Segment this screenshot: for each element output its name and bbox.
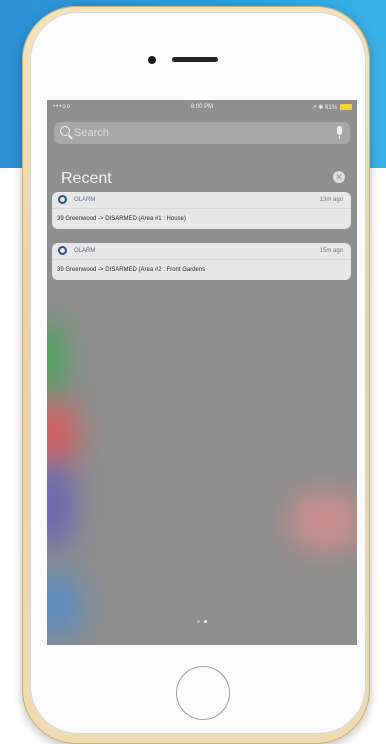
recent-heading: Recent [61, 170, 112, 187]
home-button[interactable] [176, 666, 230, 720]
notification-time: 13m ago [319, 197, 343, 203]
blur-pink [287, 490, 357, 552]
blur-purple [47, 460, 75, 550]
search-input[interactable]: Search [54, 122, 350, 144]
phone-screen: •••oo 6:00 PM ↗ ✱ 61% Search Recent ✕ OL… [47, 100, 357, 645]
notification-card[interactable]: OLARM 15m ago 39 Greenwood -> DISARMED (… [52, 243, 351, 280]
microphone-icon[interactable] [337, 126, 342, 139]
olarm-app-icon [58, 195, 67, 204]
notification-header: OLARM 13m ago [52, 192, 351, 209]
search-icon [60, 126, 70, 136]
status-bar: •••oo 6:00 PM ↗ ✱ 61% [47, 100, 357, 114]
page-dot [197, 620, 200, 623]
page-indicator[interactable] [47, 620, 357, 623]
search-placeholder: Search [74, 127, 109, 139]
blur-green [47, 320, 65, 400]
notification-message: 39 Greenwood -> DISARMED (Area #1 : Hous… [57, 216, 186, 222]
clock: 6:00 PM [190, 104, 214, 110]
notification-app-name: OLARM [74, 248, 96, 254]
notification-app-name: OLARM [74, 197, 96, 203]
battery-icon [340, 104, 352, 110]
notification-card[interactable]: OLARM 13m ago 39 Greenwood -> DISARMED (… [52, 192, 351, 229]
olarm-app-icon [58, 246, 67, 255]
status-indicators: ↗ ✱ 61% [311, 105, 337, 111]
notification-message: 39 Greenwood -> DISARMED (Area #2 : Fron… [57, 267, 206, 273]
earpiece-speaker [172, 57, 218, 62]
blur-blue [47, 570, 83, 640]
front-camera [148, 56, 156, 64]
notification-time: 15m ago [319, 248, 343, 254]
notification-header: OLARM 15m ago [52, 243, 351, 260]
page-dot-active [204, 620, 207, 623]
clear-icon[interactable]: ✕ [333, 171, 345, 183]
